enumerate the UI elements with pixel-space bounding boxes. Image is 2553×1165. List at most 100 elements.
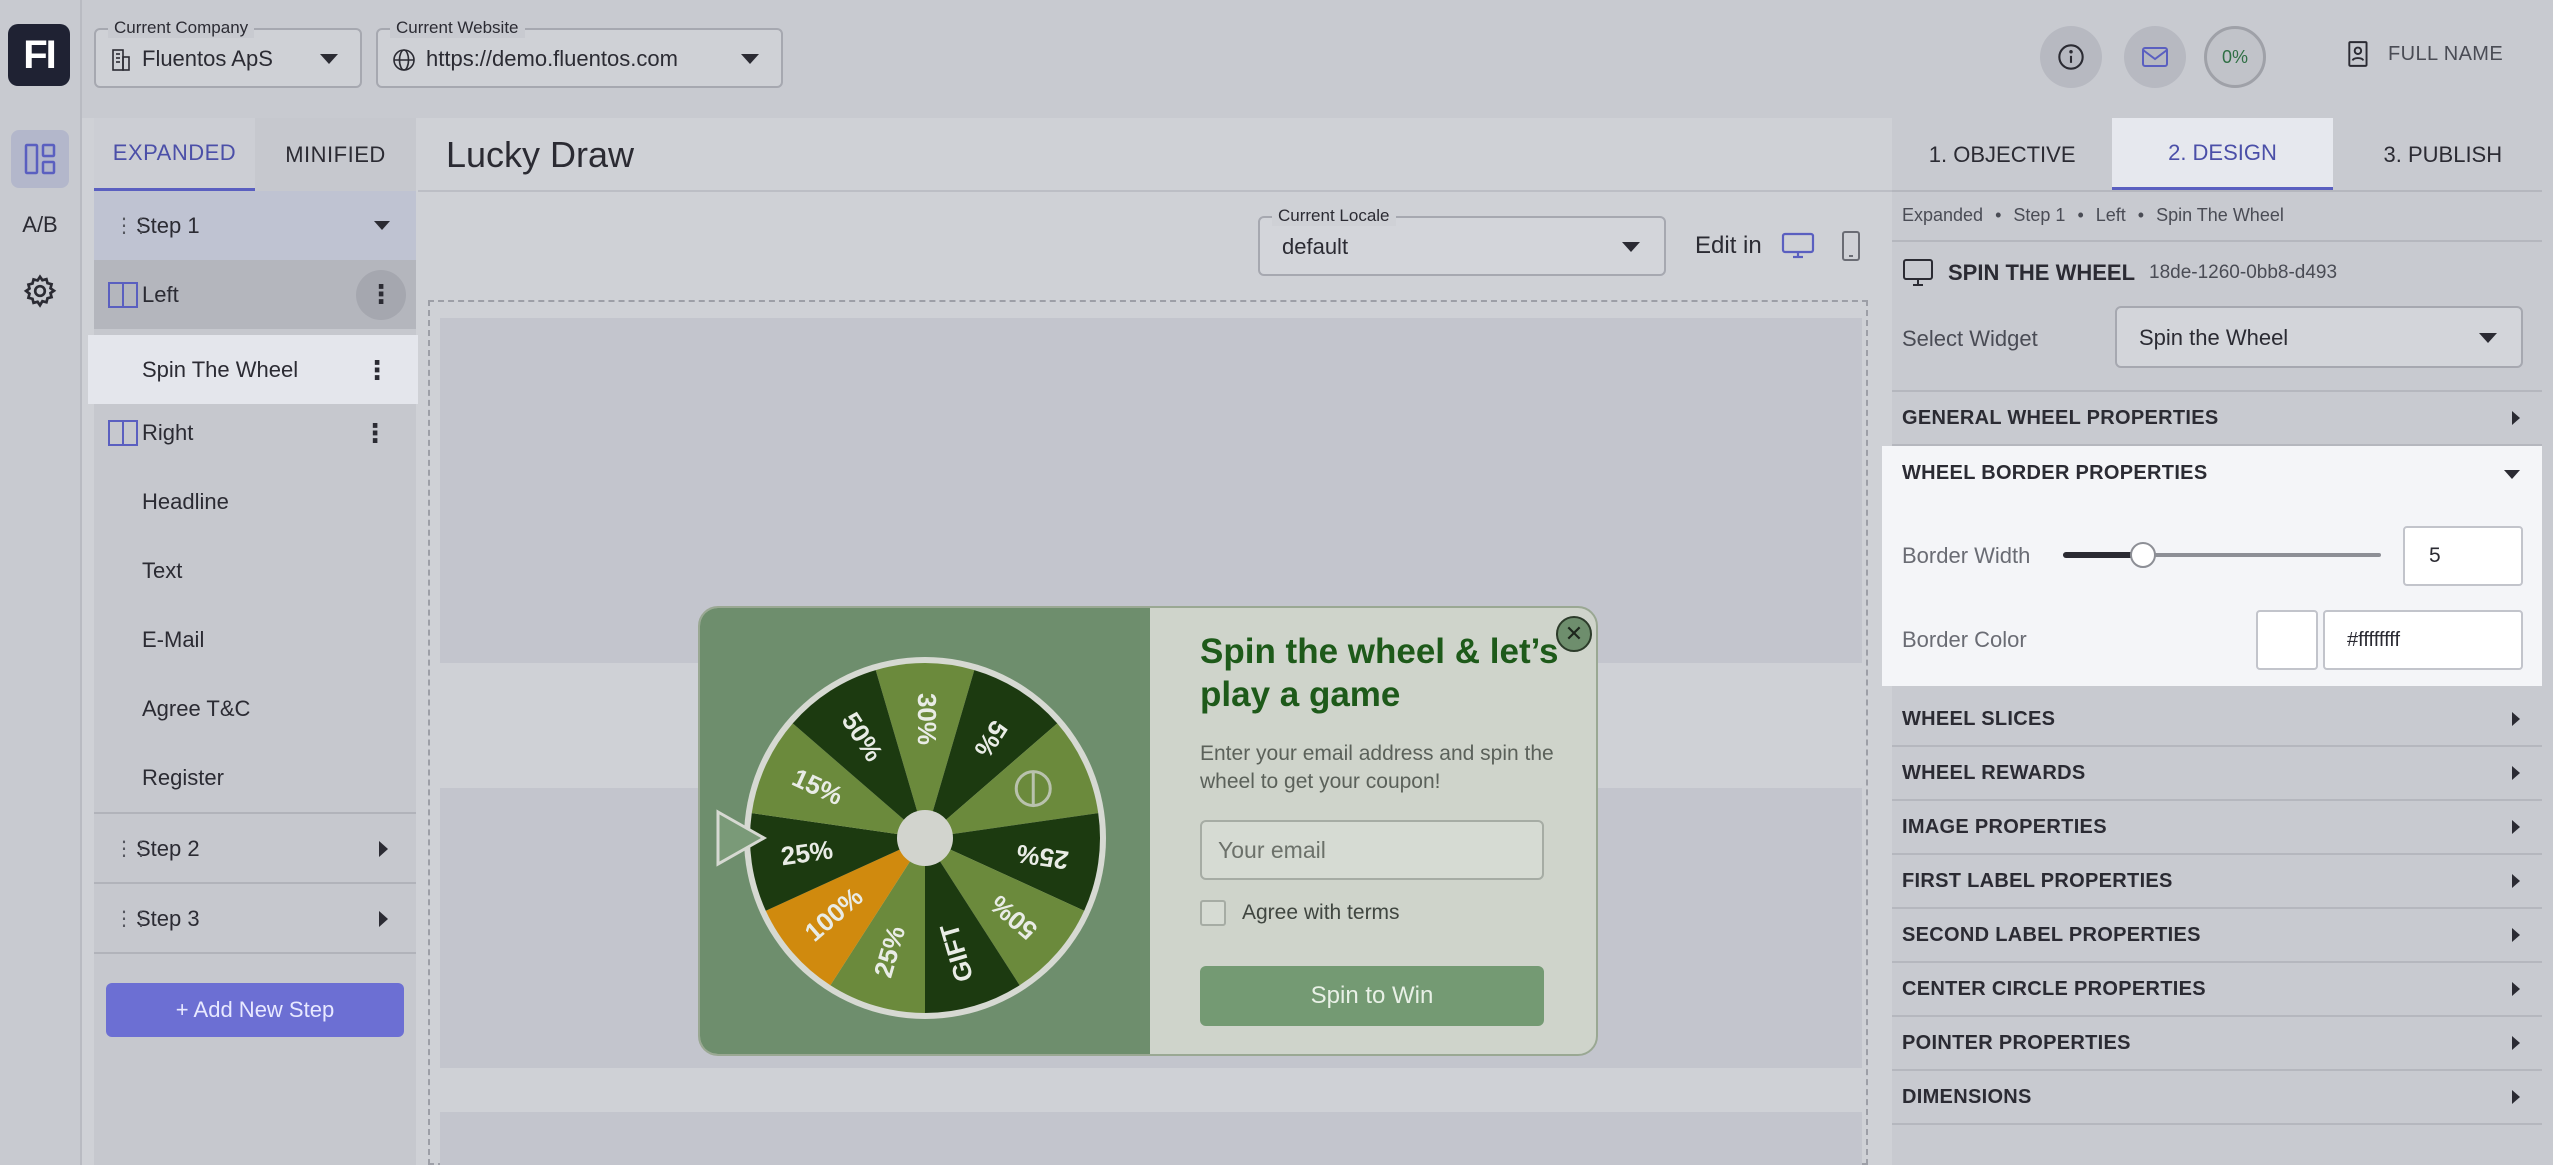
chevron-right-icon xyxy=(2512,928,2520,942)
company-select[interactable]: Current Company Fluentos ApS xyxy=(94,18,362,88)
drag-handle-icon[interactable]: ⋮⋮ xyxy=(114,216,151,236)
messages-button[interactable] xyxy=(2124,26,2186,88)
breadcrumb-item[interactable]: Expanded xyxy=(1902,205,1983,225)
tree-step-2[interactable]: ⋮⋮ Step 2 xyxy=(94,814,416,883)
tab-publish[interactable]: 3. PUBLISH xyxy=(2333,118,2553,192)
tree-item-spin-the-wheel[interactable]: Spin The Wheel ⋮ xyxy=(88,335,420,404)
info-icon xyxy=(2058,44,2084,70)
company-label: Current Company xyxy=(108,18,255,38)
tree-item-label: Headline xyxy=(142,488,229,514)
border-color-swatch[interactable] xyxy=(2256,610,2318,670)
user-badge-icon xyxy=(2348,41,2368,67)
popup-wheel-panel: 30% 5% 25% 50% GIFT 25% 100% 25% 15% 50% xyxy=(700,608,1150,1056)
chevron-right-icon xyxy=(2512,411,2520,425)
tree-step-1[interactable]: ⋮⋮ Step 1 xyxy=(94,191,416,260)
edit-in-label: Edit in xyxy=(1695,232,1762,259)
section-first-label-properties[interactable]: FIRST LABEL PROPERTIES xyxy=(1892,855,2542,909)
section-title: DIMENSIONS xyxy=(1902,1085,2032,1108)
divider xyxy=(418,190,1892,192)
section-wheel-rewards[interactable]: WHEEL REWARDS xyxy=(1892,747,2542,801)
section-title: IMAGE PROPERTIES xyxy=(1902,815,2107,838)
locale-value: default xyxy=(1282,234,1349,259)
select-widget-label: Select Widget xyxy=(1902,326,2038,351)
section-dimensions[interactable]: DIMENSIONS xyxy=(1892,1071,2542,1125)
section-title: POINTER PROPERTIES xyxy=(1902,1031,2131,1054)
section-second-label-properties[interactable]: SECOND LABEL PROPERTIES xyxy=(1892,909,2542,963)
desktop-icon xyxy=(1903,259,1933,286)
info-button[interactable] xyxy=(2040,26,2102,88)
section-wheel-slices[interactable]: WHEEL SLICES xyxy=(1892,693,2542,747)
widget-title: SPIN THE WHEEL xyxy=(1948,260,2136,285)
tab-objective[interactable]: 1. OBJECTIVE xyxy=(1892,118,2112,192)
mobile-icon[interactable] xyxy=(1841,230,1861,262)
divider xyxy=(1892,190,2542,192)
drag-handle-icon[interactable]: ⋮⋮ xyxy=(114,839,151,859)
pages-nav-button[interactable] xyxy=(11,130,69,188)
chevron-down-icon[interactable] xyxy=(2504,470,2520,479)
tree-item-right[interactable]: Right ⋮ xyxy=(94,398,416,467)
email-field[interactable]: Your email xyxy=(1200,820,1544,880)
section-general-wheel-properties[interactable]: GENERAL WHEEL PROPERTIES xyxy=(1892,392,2542,446)
page-title: Lucky Draw xyxy=(446,134,635,175)
chevron-right-icon xyxy=(2512,712,2520,726)
tab-design[interactable]: 2. DESIGN xyxy=(2104,104,2341,192)
tree-item-email[interactable]: E-Mail xyxy=(94,605,416,674)
app-logo[interactable]: FI xyxy=(8,24,70,86)
chevron-down-icon[interactable] xyxy=(374,221,390,230)
widget-select[interactable]: Spin the Wheel xyxy=(2115,306,2523,368)
ab-test-nav-button[interactable]: A/B xyxy=(11,196,69,254)
tree-item-label: Agree T&C xyxy=(142,695,251,721)
slider-thumb[interactable] xyxy=(2129,542,2156,568)
drag-handle-icon[interactable]: ⋮⋮ xyxy=(114,909,151,929)
user-name: FULL NAME xyxy=(2388,42,2504,65)
icon-rail: FI A/B xyxy=(0,0,82,1165)
tree-item-label: Text xyxy=(142,557,183,583)
spin-to-win-button[interactable]: Spin to Win xyxy=(1200,966,1544,1026)
border-color-input[interactable]: #ffffffff xyxy=(2323,610,2523,670)
widget-select-value: Spin the Wheel xyxy=(2139,325,2289,350)
tree-step-3[interactable]: ⋮⋮ Step 3 xyxy=(94,884,416,953)
popup-headline: Spin the wheel & let’s play a game xyxy=(1200,632,1559,714)
chevron-right-icon xyxy=(2512,766,2520,780)
chevron-right-icon[interactable] xyxy=(379,910,388,927)
close-icon[interactable]: ✕ xyxy=(1556,616,1592,652)
breadcrumb-item[interactable]: Step 1 xyxy=(2013,205,2065,225)
tree-item-left[interactable]: Left ⋮ xyxy=(94,260,416,329)
section-image-properties[interactable]: IMAGE PROPERTIES xyxy=(1892,801,2542,855)
border-width-input[interactable]: 5 xyxy=(2403,526,2523,586)
section-pointer-properties[interactable]: POINTER PROPERTIES xyxy=(1892,1017,2542,1071)
tab-minified[interactable]: MINIFIED xyxy=(255,118,416,192)
more-options-icon[interactable]: ⋮ xyxy=(362,420,388,446)
chevron-right-icon xyxy=(2512,874,2520,888)
tree-item-register[interactable]: Register xyxy=(94,743,416,812)
tree-item-headline[interactable]: Headline xyxy=(94,467,416,536)
more-options-icon[interactable]: ⋮ xyxy=(356,269,406,320)
chevron-right-icon xyxy=(2512,1090,2520,1104)
tree-item-text[interactable]: Text xyxy=(94,536,416,605)
tree-item-label: Left xyxy=(142,281,179,307)
agree-checkbox[interactable] xyxy=(1200,900,1226,926)
tree-item-label: Register xyxy=(142,764,224,790)
section-center-circle-properties[interactable]: CENTER CIRCLE PROPERTIES xyxy=(1892,963,2542,1017)
breadcrumb-item[interactable]: Left xyxy=(2096,205,2126,225)
workflow-tabs: 1. OBJECTIVE 2. DESIGN 3. PUBLISH xyxy=(1892,104,2553,192)
popup-preview[interactable]: 30% 5% 25% 50% GIFT 25% 100% 25% 15% 50% Spin the… xyxy=(698,606,1598,1056)
tab-expanded[interactable]: EXPANDED xyxy=(94,118,255,192)
add-new-step-button[interactable]: + Add New Step xyxy=(106,983,404,1037)
settings-nav-button[interactable] xyxy=(11,262,69,320)
locale-select[interactable]: Current Locale default xyxy=(1258,206,1666,276)
user-menu[interactable]: FULL NAME xyxy=(2346,40,2503,68)
desktop-icon[interactable] xyxy=(1781,232,1815,260)
tree-item-agree-tc[interactable]: Agree T&C xyxy=(94,674,416,743)
locale-label: Current Locale xyxy=(1272,206,1396,226)
progress-indicator[interactable]: 0% xyxy=(2204,26,2266,88)
chevron-right-icon[interactable] xyxy=(379,840,388,857)
widget-header: SPIN THE WHEEL 18de-1260-0bb8-d493 xyxy=(1902,258,2337,288)
more-options-icon[interactable]: ⋮ xyxy=(364,357,390,383)
spin-wheel[interactable]: 30% 5%25%50%GIFT25%100%25%15%50% xyxy=(700,608,1150,1056)
tree-item-label: E-Mail xyxy=(142,626,205,652)
section-title: WHEEL REWARDS xyxy=(1902,761,2086,784)
layout-block xyxy=(440,1112,1862,1165)
section-title: SECOND LABEL PROPERTIES xyxy=(1902,923,2201,946)
website-select[interactable]: Current Website https://demo.fluentos.co… xyxy=(376,18,783,88)
